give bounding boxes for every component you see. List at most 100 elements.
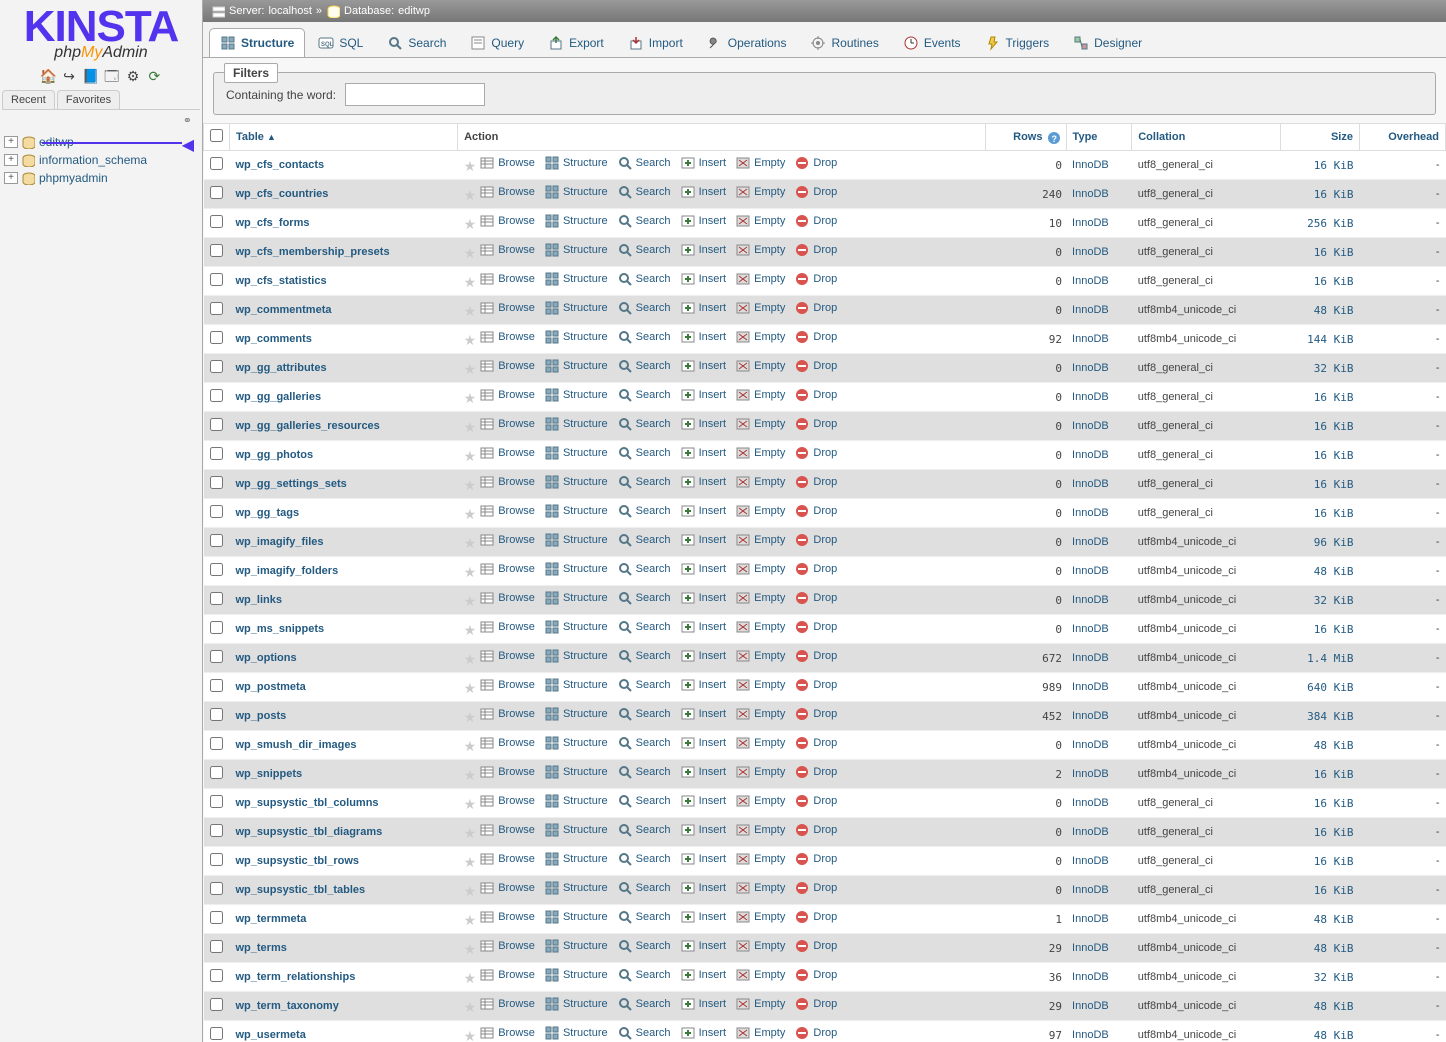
expand-icon[interactable]: +: [4, 154, 18, 166]
table-name-link[interactable]: wp_cfs_countries: [236, 188, 329, 200]
favorite-star-icon[interactable]: ★: [464, 390, 477, 406]
action-search[interactable]: Search: [617, 793, 671, 809]
table-name-link[interactable]: wp_gg_photos: [236, 449, 314, 461]
action-structure[interactable]: Structure: [544, 271, 608, 287]
row-checkbox[interactable]: [210, 708, 223, 724]
sql-icon[interactable]: 🗔: [104, 68, 120, 84]
action-empty[interactable]: Empty: [735, 851, 785, 867]
action-insert[interactable]: Insert: [680, 851, 727, 867]
action-search[interactable]: Search: [617, 474, 671, 490]
tab-triggers[interactable]: Triggers: [974, 28, 1061, 57]
docs-icon[interactable]: 📘: [82, 68, 98, 84]
row-checkbox[interactable]: [210, 969, 223, 985]
row-checkbox[interactable]: [210, 157, 223, 173]
action-structure[interactable]: Structure: [544, 938, 608, 954]
action-insert[interactable]: Insert: [680, 387, 727, 403]
reload-icon[interactable]: ⟳: [146, 68, 162, 84]
favorite-star-icon[interactable]: ★: [464, 448, 477, 464]
action-drop[interactable]: Drop: [794, 387, 837, 403]
table-name-link[interactable]: wp_gg_tags: [236, 507, 300, 519]
link-icon[interactable]: ⚭: [0, 110, 202, 129]
col-checkbox[interactable]: [204, 124, 230, 151]
action-drop[interactable]: Drop: [794, 474, 837, 490]
table-name-link[interactable]: wp_links: [236, 594, 282, 606]
action-browse[interactable]: Browse: [479, 271, 535, 287]
action-empty[interactable]: Empty: [735, 619, 785, 635]
action-empty[interactable]: Empty: [735, 967, 785, 983]
row-checkbox[interactable]: [210, 911, 223, 927]
tab-events[interactable]: Events: [892, 28, 972, 57]
action-structure[interactable]: Structure: [544, 416, 608, 432]
favorite-star-icon[interactable]: ★: [464, 1028, 477, 1042]
action-search[interactable]: Search: [617, 590, 671, 606]
action-search[interactable]: Search: [617, 735, 671, 751]
row-checkbox[interactable]: [210, 766, 223, 782]
action-browse[interactable]: Browse: [479, 561, 535, 577]
tree-label[interactable]: phpmyadmin: [39, 171, 108, 185]
row-checkbox[interactable]: [210, 331, 223, 347]
action-search[interactable]: Search: [617, 677, 671, 693]
action-insert[interactable]: Insert: [680, 561, 727, 577]
row-checkbox[interactable]: [210, 273, 223, 289]
action-drop[interactable]: Drop: [794, 1025, 837, 1041]
action-browse[interactable]: Browse: [479, 329, 535, 345]
action-browse[interactable]: Browse: [479, 300, 535, 316]
action-structure[interactable]: Structure: [544, 155, 608, 171]
action-empty[interactable]: Empty: [735, 677, 785, 693]
action-browse[interactable]: Browse: [479, 967, 535, 983]
tab-operations[interactable]: Operations: [696, 28, 798, 57]
action-structure[interactable]: Structure: [544, 213, 608, 229]
action-search[interactable]: Search: [617, 242, 671, 258]
action-structure[interactable]: Structure: [544, 909, 608, 925]
action-structure[interactable]: Structure: [544, 880, 608, 896]
action-search[interactable]: Search: [617, 909, 671, 925]
action-insert[interactable]: Insert: [680, 213, 727, 229]
tab-import[interactable]: Import: [617, 28, 694, 57]
action-search[interactable]: Search: [617, 619, 671, 635]
row-checkbox[interactable]: [210, 302, 223, 318]
favorite-star-icon[interactable]: ★: [464, 303, 477, 319]
favorite-star-icon[interactable]: ★: [464, 854, 477, 870]
action-insert[interactable]: Insert: [680, 358, 727, 374]
action-insert[interactable]: Insert: [680, 706, 727, 722]
action-structure[interactable]: Structure: [544, 242, 608, 258]
action-drop[interactable]: Drop: [794, 764, 837, 780]
action-empty[interactable]: Empty: [735, 184, 785, 200]
row-checkbox[interactable]: [210, 418, 223, 434]
tree-label[interactable]: information_schema: [39, 153, 147, 167]
table-name-link[interactable]: wp_gg_galleries: [236, 391, 322, 403]
action-structure[interactable]: Structure: [544, 764, 608, 780]
tab-query[interactable]: Query: [459, 28, 535, 57]
favorite-star-icon[interactable]: ★: [464, 158, 477, 174]
action-search[interactable]: Search: [617, 706, 671, 722]
action-insert[interactable]: Insert: [680, 503, 727, 519]
action-search[interactable]: Search: [617, 532, 671, 548]
action-empty[interactable]: Empty: [735, 561, 785, 577]
action-insert[interactable]: Insert: [680, 735, 727, 751]
action-empty[interactable]: Empty: [735, 1025, 785, 1041]
table-name-link[interactable]: wp_smush_dir_images: [236, 739, 357, 751]
action-insert[interactable]: Insert: [680, 793, 727, 809]
action-drop[interactable]: Drop: [794, 561, 837, 577]
tab-favorites[interactable]: Favorites: [57, 90, 120, 109]
action-drop[interactable]: Drop: [794, 706, 837, 722]
expand-icon[interactable]: +: [4, 136, 18, 148]
table-name-link[interactable]: wp_snippets: [236, 768, 303, 780]
action-browse[interactable]: Browse: [479, 793, 535, 809]
action-search[interactable]: Search: [617, 358, 671, 374]
action-drop[interactable]: Drop: [794, 213, 837, 229]
favorite-star-icon[interactable]: ★: [464, 274, 477, 290]
action-empty[interactable]: Empty: [735, 996, 785, 1012]
tab-export[interactable]: Export: [537, 28, 615, 57]
action-insert[interactable]: Insert: [680, 967, 727, 983]
row-checkbox[interactable]: [210, 360, 223, 376]
favorite-star-icon[interactable]: ★: [464, 361, 477, 377]
table-name-link[interactable]: wp_term_taxonomy: [236, 1000, 339, 1012]
col-collation[interactable]: Collation: [1132, 124, 1281, 151]
table-name-link[interactable]: wp_commentmeta: [236, 304, 332, 316]
action-search[interactable]: Search: [617, 851, 671, 867]
row-checkbox[interactable]: [210, 795, 223, 811]
col-rows[interactable]: Rows: [986, 124, 1066, 151]
action-structure[interactable]: Structure: [544, 619, 608, 635]
action-drop[interactable]: Drop: [794, 822, 837, 838]
